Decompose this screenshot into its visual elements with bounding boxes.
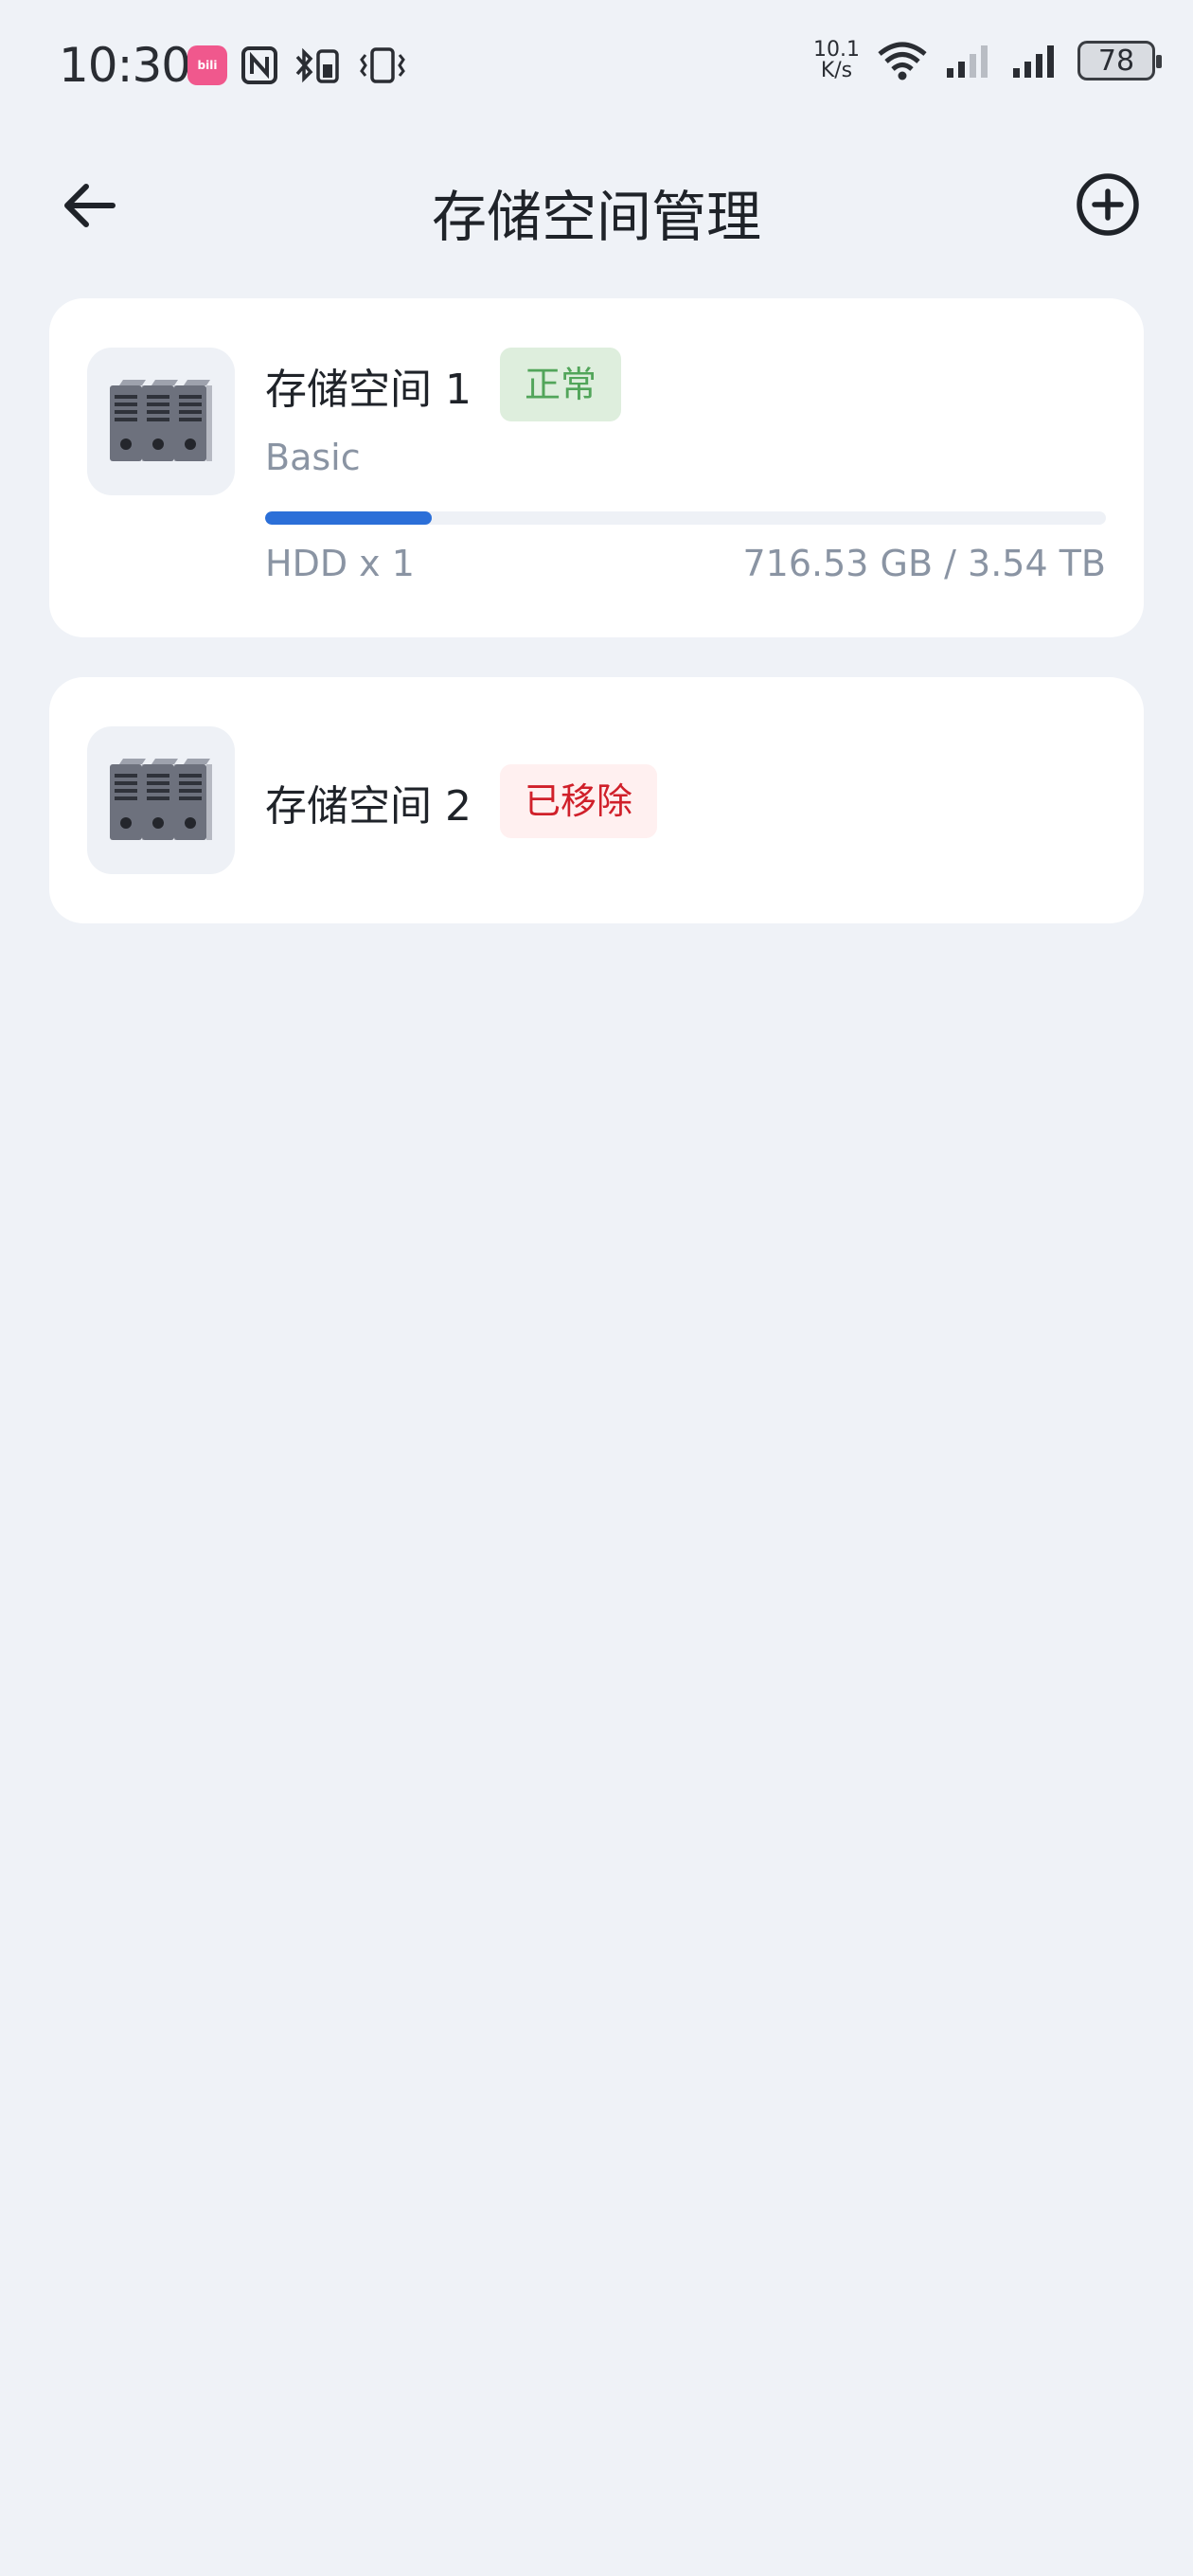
- app-header: 存储空间管理: [0, 152, 1193, 256]
- vibrate-icon: [360, 47, 405, 83]
- server-rack-icon: [110, 380, 212, 461]
- plus-circle-icon: [1077, 173, 1139, 236]
- page-title: 存储空间管理: [431, 185, 761, 249]
- status-time: 10:30: [59, 38, 191, 93]
- usage-progress-fill: [265, 511, 432, 525]
- storage-pool-card[interactable]: 存储空间 2 已移除: [49, 677, 1144, 923]
- capacity-usage: 716.53 GB / 3.54 TB: [742, 543, 1107, 584]
- storage-pool-thumbnail: [87, 726, 235, 874]
- signal-strong-icon: [1013, 45, 1054, 78]
- bluetooth-battery-icon: [295, 47, 339, 83]
- status-badge: 正常: [500, 348, 622, 421]
- storage-pool-card[interactable]: 存储空间 1 正常 Basic HDD x 1 716.53 GB / 3.54…: [49, 298, 1144, 637]
- wifi-icon: [878, 42, 927, 80]
- nfc-icon: [241, 46, 277, 84]
- add-storage-button[interactable]: [1074, 170, 1142, 239]
- storage-pool-name: 存储空间 1: [265, 366, 472, 414]
- network-speed: 10.1 K/s: [813, 40, 860, 81]
- battery-icon: 78: [1077, 41, 1162, 80]
- server-rack-icon: [110, 759, 212, 840]
- signal-weak-icon: [947, 45, 988, 78]
- storage-pool-name: 存储空间 2: [265, 782, 472, 831]
- status-left-icons: bili: [187, 45, 407, 85]
- usage-progress-bar: [265, 511, 1106, 525]
- network-speed-unit: K/s: [820, 59, 853, 82]
- status-bar: 10:30 bili 10.1 K/s 78: [0, 0, 1193, 137]
- storage-pool-type: Basic: [265, 437, 361, 478]
- network-speed-value: 10.1: [813, 38, 860, 62]
- disk-count: HDD x 1: [265, 543, 415, 584]
- status-right-icons: 10.1 K/s 78: [813, 40, 1162, 81]
- status-badge: 已移除: [500, 764, 658, 838]
- storage-pool-thumbnail: [87, 348, 235, 495]
- battery-level: 78: [1097, 44, 1135, 78]
- app-notification-icon: bili: [187, 45, 227, 85]
